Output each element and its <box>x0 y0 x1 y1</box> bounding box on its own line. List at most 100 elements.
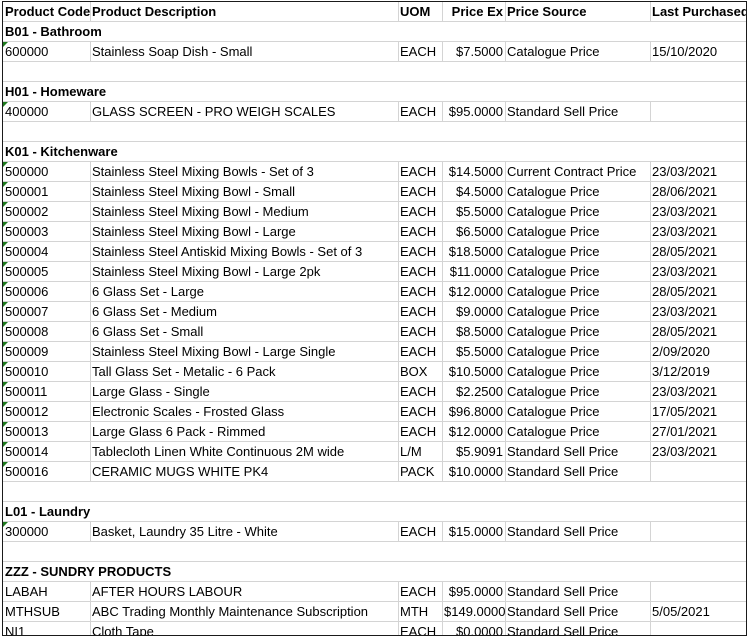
error-indicator-icon[interactable] <box>3 202 8 207</box>
price-ex-cell[interactable]: $0.0000 <box>442 622 505 635</box>
error-indicator-icon[interactable] <box>3 382 8 387</box>
price-source-cell[interactable]: Catalogue Price <box>505 42 650 61</box>
header-price-ex[interactable]: Price Ex <box>442 2 505 21</box>
product-description-cell[interactable]: GLASS SCREEN - PRO WEIGH SCALES <box>90 102 398 121</box>
price-ex-cell[interactable]: $15.0000 <box>442 522 505 541</box>
last-purchased-cell[interactable]: 28/05/2021 <box>650 282 746 301</box>
product-code-cell[interactable]: 600000 <box>3 42 90 61</box>
product-description-cell[interactable]: 6 Glass Set - Large <box>90 282 398 301</box>
product-description-cell[interactable]: Large Glass 6 Pack - Rimmed <box>90 422 398 441</box>
last-purchased-cell[interactable]: 5/05/2021 <box>650 602 746 621</box>
uom-cell[interactable]: EACH <box>398 422 442 441</box>
uom-cell[interactable]: MTH <box>398 602 442 621</box>
error-indicator-icon[interactable] <box>3 282 8 287</box>
price-source-cell[interactable]: Catalogue Price <box>505 322 650 341</box>
product-description-cell[interactable]: 6 Glass Set - Medium <box>90 302 398 321</box>
last-purchased-cell[interactable]: 23/03/2021 <box>650 202 746 221</box>
price-source-cell[interactable]: Catalogue Price <box>505 422 650 441</box>
product-code-cell[interactable]: 400000 <box>3 102 90 121</box>
error-indicator-icon[interactable] <box>3 342 8 347</box>
uom-cell[interactable]: EACH <box>398 342 442 361</box>
product-description-cell[interactable]: CERAMIC MUGS WHITE PK4 <box>90 462 398 481</box>
price-source-cell[interactable]: Catalogue Price <box>505 222 650 241</box>
price-ex-cell[interactable]: $5.5000 <box>442 202 505 221</box>
product-code-cell[interactable]: LABAH <box>3 582 90 601</box>
uom-cell[interactable]: EACH <box>398 622 442 635</box>
product-code-cell[interactable]: 500009 <box>3 342 90 361</box>
last-purchased-cell[interactable] <box>650 622 746 635</box>
last-purchased-cell[interactable] <box>650 462 746 481</box>
last-purchased-cell[interactable] <box>650 522 746 541</box>
uom-cell[interactable]: EACH <box>398 282 442 301</box>
last-purchased-cell[interactable]: 23/03/2021 <box>650 442 746 461</box>
price-ex-cell[interactable]: $7.5000 <box>442 42 505 61</box>
error-indicator-icon[interactable] <box>3 42 8 47</box>
last-purchased-cell[interactable] <box>650 102 746 121</box>
error-indicator-icon[interactable] <box>3 242 8 247</box>
price-ex-cell[interactable]: $95.0000 <box>442 582 505 601</box>
last-purchased-cell[interactable]: 23/03/2021 <box>650 162 746 181</box>
last-purchased-cell[interactable]: 17/05/2021 <box>650 402 746 421</box>
uom-cell[interactable]: BOX <box>398 362 442 381</box>
last-purchased-cell[interactable]: 23/03/2021 <box>650 302 746 321</box>
product-code-cell[interactable]: 500006 <box>3 282 90 301</box>
error-indicator-icon[interactable] <box>3 262 8 267</box>
price-source-cell[interactable]: Catalogue Price <box>505 242 650 261</box>
price-source-cell[interactable]: Catalogue Price <box>505 202 650 221</box>
price-source-cell[interactable]: Standard Sell Price <box>505 602 650 621</box>
header-last-purchased[interactable]: Last Purchased <box>650 2 746 21</box>
group-label[interactable]: L01 - Laundry <box>3 502 90 521</box>
product-code-cell[interactable]: 500001 <box>3 182 90 201</box>
price-ex-cell[interactable]: $10.0000 <box>442 462 505 481</box>
price-ex-cell[interactable]: $12.0000 <box>442 422 505 441</box>
product-code-cell[interactable]: 500010 <box>3 362 90 381</box>
header-product-code[interactable]: Product Code <box>3 2 90 21</box>
price-source-cell[interactable]: Standard Sell Price <box>505 462 650 481</box>
last-purchased-cell[interactable]: 28/05/2021 <box>650 322 746 341</box>
price-source-cell[interactable]: Catalogue Price <box>505 342 650 361</box>
price-ex-cell[interactable]: $9.0000 <box>442 302 505 321</box>
error-indicator-icon[interactable] <box>3 322 8 327</box>
product-code-cell[interactable]: MTHSUB <box>3 602 90 621</box>
error-indicator-icon[interactable] <box>3 362 8 367</box>
product-description-cell[interactable]: Stainless Steel Mixing Bowl - Medium <box>90 202 398 221</box>
product-description-cell[interactable]: 6 Glass Set - Small <box>90 322 398 341</box>
product-code-cell[interactable]: 500003 <box>3 222 90 241</box>
uom-cell[interactable]: EACH <box>398 102 442 121</box>
uom-cell[interactable]: EACH <box>398 222 442 241</box>
price-ex-cell[interactable]: $14.5000 <box>442 162 505 181</box>
last-purchased-cell[interactable]: 28/05/2021 <box>650 242 746 261</box>
uom-cell[interactable]: EACH <box>398 402 442 421</box>
uom-cell[interactable]: EACH <box>398 202 442 221</box>
price-source-cell[interactable]: Catalogue Price <box>505 182 650 201</box>
product-description-cell[interactable]: Basket, Laundry 35 Litre - White <box>90 522 398 541</box>
product-code-cell[interactable]: 500013 <box>3 422 90 441</box>
uom-cell[interactable]: EACH <box>398 162 442 181</box>
price-source-cell[interactable]: Catalogue Price <box>505 302 650 321</box>
last-purchased-cell[interactable]: 23/03/2021 <box>650 382 746 401</box>
product-code-cell[interactable]: 500005 <box>3 262 90 281</box>
error-indicator-icon[interactable] <box>3 302 8 307</box>
uom-cell[interactable]: EACH <box>398 382 442 401</box>
product-description-cell[interactable]: Large Glass - Single <box>90 382 398 401</box>
price-ex-cell[interactable]: $4.5000 <box>442 182 505 201</box>
product-code-cell[interactable]: NI1 <box>3 622 90 635</box>
price-ex-cell[interactable]: $5.5000 <box>442 342 505 361</box>
last-purchased-cell[interactable]: 28/06/2021 <box>650 182 746 201</box>
product-code-cell[interactable]: 500004 <box>3 242 90 261</box>
error-indicator-icon[interactable] <box>3 522 8 527</box>
product-code-cell[interactable]: 500014 <box>3 442 90 461</box>
product-description-cell[interactable]: Stainless Steel Mixing Bowl - Large <box>90 222 398 241</box>
price-source-cell[interactable]: Catalogue Price <box>505 262 650 281</box>
error-indicator-icon[interactable] <box>3 162 8 167</box>
product-description-cell[interactable]: Cloth Tape <box>90 622 398 635</box>
product-description-cell[interactable]: Electronic Scales - Frosted Glass <box>90 402 398 421</box>
product-description-cell[interactable]: Stainless Steel Antiskid Mixing Bowls - … <box>90 242 398 261</box>
header-uom[interactable]: UOM <box>398 2 442 21</box>
product-code-cell[interactable]: 500000 <box>3 162 90 181</box>
product-description-cell[interactable]: Stainless Steel Mixing Bowls - Set of 3 <box>90 162 398 181</box>
price-source-cell[interactable]: Catalogue Price <box>505 282 650 301</box>
error-indicator-icon[interactable] <box>3 102 8 107</box>
price-ex-cell[interactable]: $12.0000 <box>442 282 505 301</box>
group-label[interactable]: ZZZ - SUNDRY PRODUCTS <box>3 562 171 581</box>
